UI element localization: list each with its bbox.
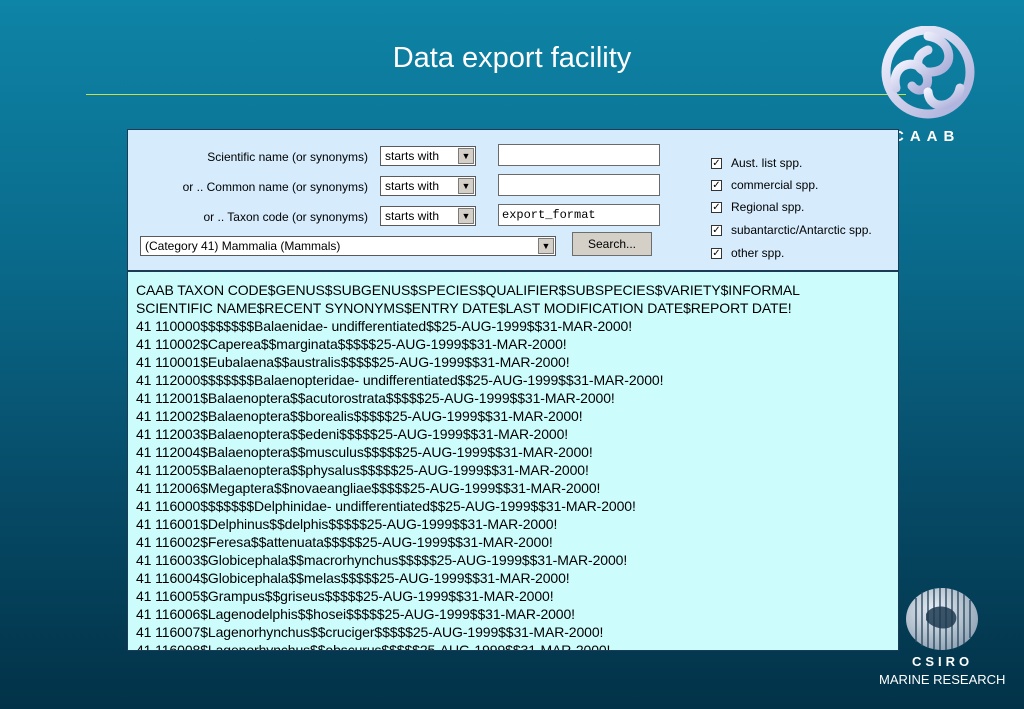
- search-form: Scientific name (or synonyms) starts wit…: [128, 130, 898, 270]
- search-button[interactable]: Search...: [572, 232, 652, 256]
- category-value: (Category 41) Mammalia (Mammals): [145, 239, 341, 253]
- output-line: 41 112004$Balaenoptera$$musculus$$$$$25-…: [136, 444, 593, 460]
- common-name-input[interactable]: [498, 174, 660, 196]
- aust-list-checkbox-row[interactable]: ✓ Aust. list spp.: [711, 156, 802, 170]
- taxon-code-mode-value: starts with: [385, 209, 440, 223]
- subantarctic-checkbox-row[interactable]: ✓ subantarctic/Antarctic spp.: [711, 223, 872, 237]
- checkmark-icon[interactable]: ✓: [711, 179, 722, 191]
- output-line: 41 116002$Feresa$$attenuata$$$$$25-AUG-1…: [136, 534, 553, 550]
- output-line: 41 116004$Globicephala$$melas$$$$$25-AUG…: [136, 570, 570, 586]
- taxon-code-input[interactable]: export_format: [498, 204, 660, 226]
- category-select[interactable]: (Category 41) Mammalia (Mammals) ▼: [140, 236, 556, 256]
- output-line: SCIENTIFIC NAME$RECENT SYNONYMS$ENTRY DA…: [136, 300, 792, 316]
- csiro-label: CSIRO: [912, 654, 974, 669]
- aust-list-label: Aust. list spp.: [731, 156, 803, 170]
- export-output-area[interactable]: CAAB TAXON CODE$GENUS$SUBGENUS$SPECIES$Q…: [128, 272, 898, 650]
- common-name-label: or .. Common name (or synonyms): [182, 180, 368, 194]
- checkmark-icon[interactable]: ✓: [711, 157, 722, 169]
- checkmark-icon[interactable]: ✓: [711, 247, 722, 259]
- output-line: 41 112003$Balaenoptera$$edeni$$$$$25-AUG…: [136, 426, 569, 442]
- title-divider: [86, 94, 906, 95]
- scientific-name-label: Scientific name (or synonyms): [207, 150, 368, 164]
- other-checkbox-row[interactable]: ✓ other spp.: [711, 246, 784, 260]
- output-line: 41 110001$Eubalaena$$australis$$$$$25-AU…: [136, 354, 570, 370]
- checkmark-icon[interactable]: ✓: [711, 224, 722, 236]
- csiro-globe-logo-icon: [906, 588, 978, 650]
- scientific-name-mode-value: starts with: [385, 149, 440, 163]
- output-line: 41 112005$Balaenoptera$$physalus$$$$$25-…: [136, 462, 589, 478]
- output-line: 41 116005$Grampus$$griseus$$$$$25-AUG-19…: [136, 588, 554, 604]
- output-line: 41 112006$Megaptera$$novaeangliae$$$$$25…: [136, 480, 601, 496]
- regional-checkbox-row[interactable]: ✓ Regional spp.: [711, 200, 804, 214]
- output-line: CAAB TAXON CODE$GENUS$SUBGENUS$SPECIES$Q…: [136, 282, 800, 298]
- caab-swirl-logo-icon: [881, 26, 975, 119]
- scientific-name-mode-select[interactable]: starts with ▼: [380, 146, 476, 166]
- output-line: 41 116008$Lagenorhynchus$$obscurus$$$$$2…: [136, 642, 611, 650]
- chevron-down-icon[interactable]: ▼: [458, 208, 474, 224]
- output-line: 41 116001$Delphinus$$delphis$$$$$25-AUG-…: [136, 516, 558, 532]
- commercial-checkbox-row[interactable]: ✓ commercial spp.: [711, 178, 818, 192]
- regional-label: Regional spp.: [731, 200, 805, 214]
- subantarctic-label: subantarctic/Antarctic spp.: [731, 223, 872, 237]
- common-name-mode-select[interactable]: starts with ▼: [380, 176, 476, 196]
- output-line: 41 116007$Lagenorhynchus$$cruciger$$$$$2…: [136, 624, 604, 640]
- output-line: 41 112001$Balaenoptera$$acutorostrata$$$…: [136, 390, 615, 406]
- marine-research-label: MARINE RESEARCH: [879, 672, 1006, 687]
- chevron-down-icon[interactable]: ▼: [458, 148, 474, 164]
- output-line: 41 112002$Balaenoptera$$borealis$$$$$25-…: [136, 408, 583, 424]
- output-line: 41 116006$Lagenodelphis$$hosei$$$$$25-AU…: [136, 606, 575, 622]
- output-line: 41 116000$$$$$$$Delphinidae- undifferent…: [136, 498, 636, 514]
- scientific-name-input[interactable]: [498, 144, 660, 166]
- taxon-code-mode-select[interactable]: starts with ▼: [380, 206, 476, 226]
- commercial-label: commercial spp.: [731, 178, 819, 192]
- output-line: 41 116003$Globicephala$$macrorhynchus$$$…: [136, 552, 628, 568]
- output-line: 41 112000$$$$$$$Balaenopteridae- undiffe…: [136, 372, 664, 388]
- output-line: 41 110002$Caperea$$marginata$$$$$25-AUG-…: [136, 336, 567, 352]
- export-panel: Scientific name (or synonyms) starts wit…: [127, 129, 899, 651]
- output-line: 41 110000$$$$$$$Balaenidae- undifferenti…: [136, 318, 632, 334]
- other-label: other spp.: [731, 246, 785, 260]
- taxon-code-label: or .. Taxon code (or synonyms): [203, 210, 368, 224]
- common-name-mode-value: starts with: [385, 179, 440, 193]
- caab-label: CAAB: [893, 128, 961, 145]
- chevron-down-icon[interactable]: ▼: [538, 238, 554, 254]
- slide-title: Data export facility: [392, 42, 632, 74]
- checkmark-icon[interactable]: ✓: [711, 201, 722, 213]
- chevron-down-icon[interactable]: ▼: [458, 178, 474, 194]
